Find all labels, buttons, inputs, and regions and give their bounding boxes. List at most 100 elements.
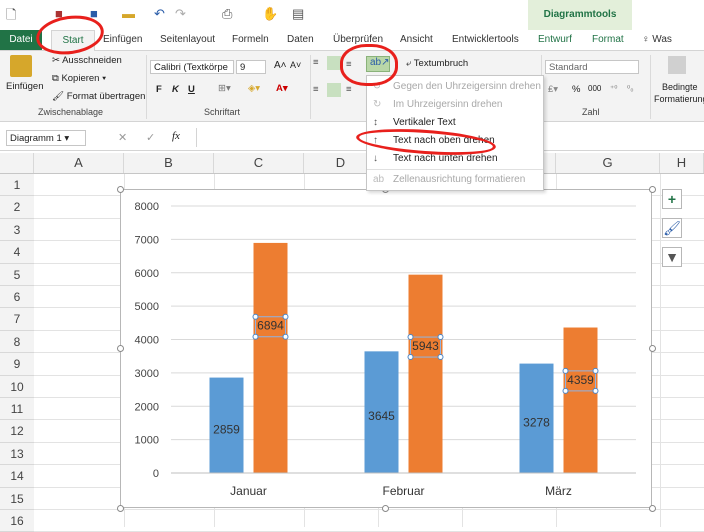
row-header[interactable]: 4 [0, 241, 34, 264]
print-preview-icon[interactable]: ⎙ [222, 6, 232, 22]
column-header[interactable]: C [214, 153, 304, 173]
undo-icon[interactable]: ↶ [154, 6, 165, 22]
new-icon[interactable]: 🗋 [6, 6, 16, 28]
menu-item-rotate-ccw[interactable]: ↺ Gegen den Uhrzeigersinn drehen [367, 78, 543, 96]
tab-insert[interactable]: Einfügen [103, 30, 142, 50]
chart-handle[interactable] [382, 505, 389, 512]
chart-elements-button[interactable]: + [662, 189, 682, 209]
plus-icon: + [667, 191, 677, 207]
grow-font-button[interactable]: A˄ [274, 60, 287, 71]
tab-developer[interactable]: Entwicklertools [452, 30, 519, 50]
data-label-handle [252, 333, 259, 340]
row-header[interactable]: 3 [0, 218, 34, 242]
column-header[interactable]: H [660, 153, 704, 173]
tab-view[interactable]: Ansicht [400, 30, 433, 50]
row-header[interactable]: 14 [0, 465, 34, 488]
fx-button[interactable]: fx [172, 130, 180, 142]
cancel-icon[interactable]: ✕ [118, 131, 127, 144]
chart-handle[interactable] [649, 186, 656, 193]
tab-format[interactable]: Format [592, 30, 624, 50]
font-name-select[interactable]: Calibri (Textkörpe [150, 60, 234, 74]
touch-mode-icon[interactable]: ✋ [262, 6, 278, 22]
name-box[interactable]: Diagramm 1 ▾ [6, 130, 86, 146]
paste-button[interactable]: Einfügen [6, 81, 44, 92]
form-icon[interactable]: ▤ [292, 6, 304, 22]
conditional-formatting-icon[interactable] [668, 56, 686, 74]
chart-handle[interactable] [117, 505, 124, 512]
row-header[interactable]: 1 [0, 174, 34, 197]
row-header[interactable]: 13 [0, 442, 34, 466]
underline-button[interactable]: U [188, 84, 195, 95]
menu-item-rotate-cw[interactable]: ↻ Im Uhrzeigersinn drehen [367, 96, 543, 114]
select-all-corner[interactable] [0, 153, 34, 173]
font-size-select[interactable]: 9 [236, 60, 266, 74]
folder-icon[interactable]: ▬ [122, 6, 135, 21]
bar-chart[interactable]: 0 1000 2000 3000 4000 5000 6000 7000 8000 Januar 2… [121, 190, 651, 507]
tab-data[interactable]: Daten [287, 30, 314, 50]
data-label-handle [252, 313, 259, 320]
align-top-icon[interactable]: ≡ [313, 57, 319, 68]
italic-button[interactable]: K [172, 84, 179, 95]
copy-button[interactable]: ⧉ Kopieren ▾ [52, 73, 106, 84]
row-header[interactable]: 11 [0, 398, 34, 421]
column-header[interactable]: A [34, 153, 124, 173]
column-header[interactable]: G [556, 153, 660, 173]
number-format-select[interactable]: Standard [545, 60, 639, 74]
data-label: 2859 [213, 422, 240, 436]
chart-handle[interactable] [117, 345, 124, 352]
data-label-handle [562, 367, 569, 374]
tab-design[interactable]: Entwurf [538, 30, 572, 50]
thousands-button[interactable]: 000 [588, 84, 601, 93]
row-header[interactable]: 6 [0, 286, 34, 309]
rotate-cw-icon: ↻ [373, 99, 382, 110]
y-tick-label: 0 [153, 468, 159, 480]
tab-formulas[interactable]: Formeln [232, 30, 269, 50]
chart-handle[interactable] [649, 505, 656, 512]
conditional-formatting-label2[interactable]: Formatierung [654, 94, 704, 104]
menu-item-format-cell-alignment[interactable]: ab Zellenausrichtung formatieren [367, 171, 543, 189]
increase-decimal-icon[interactable]: ⁺⁰ [610, 84, 617, 93]
paste-icon[interactable] [10, 55, 32, 77]
bold-button[interactable]: F [156, 84, 162, 95]
align-middle-icon[interactable] [327, 56, 341, 70]
format-painter-button[interactable]: 🖌 Format übertragen [52, 91, 145, 102]
tab-page-layout[interactable]: Seitenlayout [160, 30, 215, 50]
row-header[interactable]: 8 [0, 330, 34, 354]
decrease-decimal-icon[interactable]: ⁰₀ [627, 84, 634, 93]
row-header[interactable]: 16 [0, 510, 34, 532]
fill-color-icon[interactable]: ◈▾ [248, 83, 260, 94]
column-headers: A B C D E F G H [0, 153, 704, 174]
align-left-icon[interactable]: ≡ [313, 84, 319, 95]
row-header[interactable]: 15 [0, 487, 34, 510]
chart-filters-button[interactable]: ▼ [662, 247, 682, 267]
wrap-text-icon: ⤶ [406, 58, 414, 69]
row-header[interactable]: 5 [0, 263, 34, 286]
border-icon[interactable]: ⊞▾ [218, 83, 231, 94]
currency-icon[interactable]: ₤▾ [548, 84, 558, 95]
brush-icon: 🖌 [52, 91, 67, 102]
redo-icon[interactable]: ↷ [175, 6, 186, 22]
percent-button[interactable]: % [572, 84, 580, 95]
row-header[interactable]: 2 [0, 196, 34, 219]
enter-icon[interactable]: ✓ [146, 131, 155, 144]
row-header[interactable]: 12 [0, 420, 34, 443]
y-tick-label: 4000 [135, 335, 159, 347]
wrap-text-button[interactable]: ⤶ Textumbruch [406, 58, 468, 69]
row-header[interactable]: 9 [0, 353, 34, 376]
chart-styles-button[interactable]: 🖌 [662, 218, 682, 238]
conditional-formatting-label1[interactable]: Bedingte [662, 82, 698, 92]
align-center-icon[interactable] [327, 83, 341, 97]
row-header[interactable]: 10 [0, 375, 34, 398]
shrink-font-button[interactable]: A˅ [290, 60, 301, 70]
y-tick-label: 7000 [135, 234, 159, 246]
tell-me-box[interactable]: ♀ Was möchte [642, 30, 704, 65]
data-label: 3645 [368, 409, 395, 423]
chart-handle[interactable] [117, 186, 124, 193]
cut-button[interactable]: ✂ Ausschneiden [52, 55, 122, 66]
font-color-icon[interactable]: A▾ [276, 83, 288, 94]
column-header[interactable]: B [124, 153, 214, 173]
align-right-icon[interactable]: ≡ [346, 84, 352, 95]
row-header[interactable]: 7 [0, 308, 34, 331]
chart-area[interactable]: 0 1000 2000 3000 4000 5000 6000 7000 8000 Januar 2… [120, 189, 652, 508]
chart-handle[interactable] [649, 345, 656, 352]
